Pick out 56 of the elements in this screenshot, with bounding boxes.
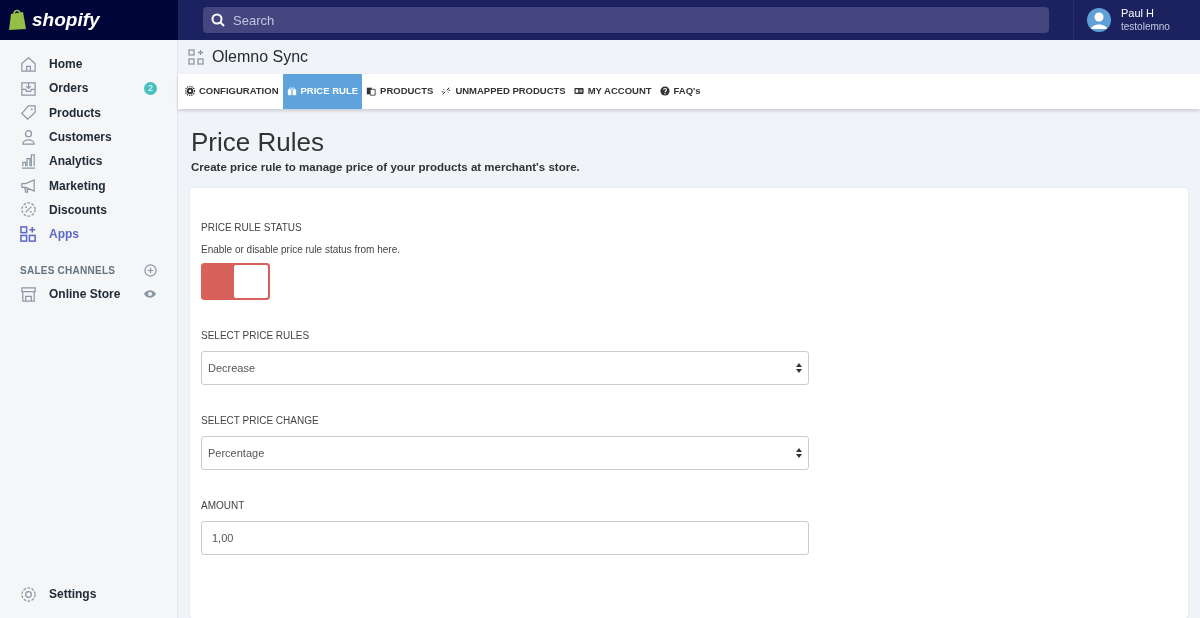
nav-tab[interactable]: CONFIGURATION bbox=[181, 74, 283, 109]
sidebar-nav-item[interactable]: Orders 2 bbox=[20, 76, 157, 101]
user-name: Paul H bbox=[1121, 7, 1156, 20]
field-label: SELECT PRICE CHANGE bbox=[201, 414, 320, 428]
field-label: AMOUNT bbox=[201, 499, 246, 513]
eye-icon[interactable] bbox=[143, 289, 157, 300]
nav-tab[interactable]: PRODUCTS bbox=[362, 74, 438, 109]
person-icon bbox=[20, 128, 37, 146]
app-title: Olemno Sync bbox=[212, 47, 309, 67]
avatar-icon[interactable] bbox=[1087, 8, 1111, 32]
search-icon bbox=[211, 13, 225, 27]
broken-link-icon bbox=[441, 86, 452, 97]
dropdown-select[interactable]: Decrease bbox=[201, 351, 809, 385]
sidebar-nav-item[interactable]: Products bbox=[20, 100, 157, 125]
field-label: PRICE RULE STATUS bbox=[201, 221, 303, 235]
store-name: testolemno bbox=[1121, 20, 1170, 33]
apps-grid-icon bbox=[20, 225, 37, 243]
boxes-icon bbox=[366, 86, 377, 97]
discount-badge-icon bbox=[20, 201, 37, 219]
dropdown-select[interactable]: Percentage bbox=[201, 436, 809, 470]
nav-tab[interactable]: MY ACCOUNT bbox=[569, 74, 656, 109]
question-icon bbox=[659, 86, 670, 97]
sidebar-nav-item[interactable]: Analytics bbox=[20, 149, 157, 174]
shopping-bag-logo-icon bbox=[8, 9, 28, 31]
nav-tab[interactable]: FAQ's bbox=[655, 74, 705, 109]
add-circle-icon[interactable] bbox=[144, 263, 157, 277]
sidebar-nav-item[interactable]: Discounts bbox=[20, 197, 157, 223]
tag-icon bbox=[20, 104, 37, 122]
gear-icon bbox=[185, 86, 195, 97]
status-toggle[interactable] bbox=[201, 263, 270, 300]
storefront-icon bbox=[20, 285, 37, 303]
sidebar-nav-item[interactable]: Marketing bbox=[20, 173, 157, 198]
up-down-caret-icon bbox=[796, 363, 802, 373]
apps-grid-icon bbox=[188, 49, 204, 65]
search-field[interactable]: Search bbox=[203, 7, 1049, 33]
nav-tab[interactable]: UNMAPPED PRODUCTS bbox=[437, 74, 570, 109]
inbox-icon bbox=[20, 79, 37, 97]
sidebar-nav-item[interactable]: Customers bbox=[20, 124, 157, 150]
bar-chart-icon bbox=[20, 152, 37, 170]
amount-input[interactable]: 1,00 bbox=[201, 521, 809, 555]
up-down-caret-icon bbox=[796, 448, 802, 458]
sidebar-nav-item[interactable]: Online Store bbox=[49, 285, 121, 304]
field-label: SELECT PRICE RULES bbox=[201, 329, 311, 343]
page-subtitle: Create price rule to manage price of your products at merchant's store. bbox=[190, 159, 581, 175]
sidebar-nav-item[interactable]: Home bbox=[20, 52, 157, 77]
section-heading: SALES CHANNELS bbox=[20, 263, 116, 278]
home-icon bbox=[20, 55, 37, 73]
megaphone-icon bbox=[20, 177, 37, 195]
count-badge: 2 bbox=[144, 81, 157, 95]
help-text: Enable or disable price rule status from here. bbox=[201, 243, 401, 257]
settings-nav-item[interactable]: Settings bbox=[20, 582, 157, 606]
sidebar-nav-item[interactable]: Apps bbox=[20, 222, 157, 247]
gift-icon bbox=[286, 86, 297, 97]
id-card-icon bbox=[573, 86, 584, 97]
gear-icon bbox=[20, 585, 37, 603]
page-title: Price Rules bbox=[190, 126, 325, 157]
